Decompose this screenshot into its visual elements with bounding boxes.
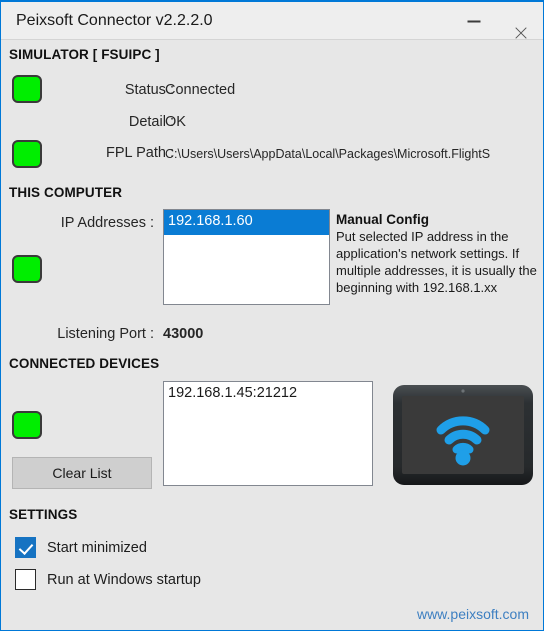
connected-devices-listbox[interactable]: 192.168.1.45:21212 [163,381,373,486]
start-minimized-label: Start minimized [47,539,147,556]
simulator-section-header: SIMULATOR [ FSUIPC ] [9,47,160,62]
manual-config-text: Put selected IP address in the applicati… [336,229,537,295]
simulator-fpl-path-value: C:\Users\Users\AppData\Local\Packages\Mi… [165,147,491,161]
tablet-wifi-icon [391,383,535,492]
listening-port-label: Listening Port : [57,326,154,342]
window-title: Peixsoft Connector v2.2.2.0 [16,12,213,29]
clear-list-button[interactable]: Clear List [12,457,152,489]
simulator-fpl-path-label: FPL Path : [106,145,174,161]
minimize-icon [467,20,481,21]
close-button[interactable] [497,2,543,39]
simulator-fpl-led [12,140,42,168]
ip-address-list-item[interactable]: 192.168.1.60 [164,210,329,235]
connected-device-list-item[interactable]: 192.168.1.45:21212 [164,382,372,407]
connected-devices-led [12,411,42,439]
manual-config-title: Manual Config [336,212,429,227]
setting-start-minimized[interactable]: Start minimized [15,537,147,558]
ip-addresses-label: IP Addresses : [60,215,154,231]
application-window: Peixsoft Connector v2.2.2.0 SIMULATOR [ … [0,0,544,631]
settings-section-header: SETTINGS [9,507,78,522]
website-link[interactable]: www.peixsoft.com [417,606,529,622]
simulator-detail-value: OK [165,114,186,130]
this-computer-section-header: THIS COMPUTER [9,185,123,200]
ip-addresses-listbox[interactable]: 192.168.1.60 [163,209,330,305]
setting-run-at-startup[interactable]: Run at Windows startup [15,569,201,590]
run-at-startup-checkbox[interactable] [15,569,36,590]
close-icon [514,26,527,39]
simulator-status-led [12,75,42,103]
minimize-button[interactable] [451,2,497,39]
run-at-startup-label: Run at Windows startup [47,571,201,588]
start-minimized-checkbox[interactable] [15,537,36,558]
this-computer-led [12,255,42,283]
listening-port-value: 43000 [163,326,204,342]
connected-devices-section-header: CONNECTED DEVICES [9,356,160,371]
title-bar: Peixsoft Connector v2.2.2.0 [1,2,543,40]
simulator-status-value: Connected [165,82,236,98]
